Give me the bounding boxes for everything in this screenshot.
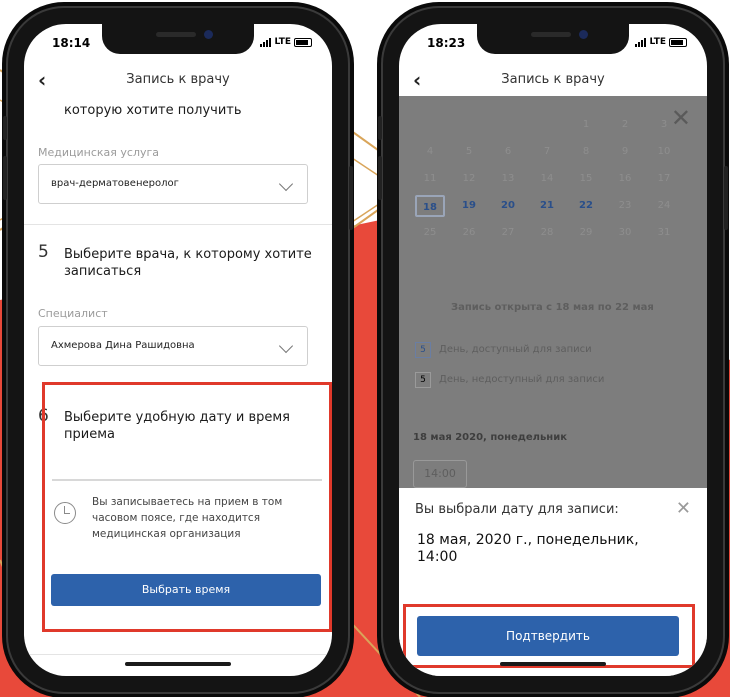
- calendar-day: 28: [540, 227, 554, 238]
- slide: 18:14 LTE ‹ Запись к врачу которую хотит…: [0, 0, 730, 697]
- page-title: Запись к врачу: [501, 72, 605, 87]
- chevron-down-icon: [278, 338, 294, 354]
- time-slot[interactable]: 14:00: [413, 460, 467, 488]
- network-label: LTE: [649, 37, 666, 47]
- home-indicator: [125, 662, 231, 666]
- open-notice: Запись открыта с 18 мая по 22 мая: [451, 302, 654, 313]
- calendar-day: 7: [543, 146, 551, 157]
- calendar-day[interactable]: 21: [532, 195, 562, 217]
- divider: [24, 654, 332, 655]
- step5-number: 5: [38, 242, 49, 262]
- calendar-day: 26: [462, 227, 476, 238]
- calendar-day: 9: [621, 146, 629, 157]
- left-phone: 18:14 LTE ‹ Запись к врачу которую хотит…: [3, 6, 353, 694]
- status-time: 18:23: [427, 36, 466, 50]
- status-time: 18:14: [52, 36, 91, 50]
- chevron-down-icon: [278, 176, 294, 192]
- calendar-day: 2: [621, 119, 629, 130]
- calendar-day: 8: [582, 146, 590, 157]
- specialist-select[interactable]: Ахмерова Дина Рашидовна: [38, 326, 308, 366]
- legend-available-swatch: 5: [415, 342, 431, 358]
- confirm-sheet: Вы выбрали дату для записи: ✕ 18 мая, 20…: [399, 488, 707, 676]
- calendar-day: 13: [501, 173, 515, 184]
- notch: [102, 24, 254, 54]
- day-heading: 18 мая 2020, понедельник: [413, 432, 568, 443]
- calendar-day[interactable]: 20: [493, 195, 523, 217]
- calendar-day: 4: [426, 146, 434, 157]
- calendar-day: 27: [501, 227, 515, 238]
- calendar-day: 23: [618, 200, 632, 211]
- signal-icon: [635, 37, 647, 47]
- specialist-label: Специалист: [38, 307, 108, 320]
- calendar-day: 10: [657, 146, 671, 157]
- left-screen: 18:14 LTE ‹ Запись к врачу которую хотит…: [24, 24, 332, 676]
- calendar-day: 25: [423, 227, 437, 238]
- battery-icon: [669, 37, 687, 47]
- calendar-day: 16: [618, 173, 632, 184]
- calendar-day: 12: [462, 173, 476, 184]
- calendar-day: 29: [579, 227, 593, 238]
- calendar-day: 30: [618, 227, 632, 238]
- selected-datetime: 18 мая, 2020 г., понедельник, 14:00: [417, 532, 639, 565]
- calendar-day: 14: [540, 173, 554, 184]
- divider: [24, 224, 332, 225]
- service-select-value: врач-дерматовенеролог: [51, 178, 179, 189]
- calendar-day[interactable]: 18: [415, 195, 445, 217]
- calendar-day: 6: [504, 146, 512, 157]
- calendar-day[interactable]: 19: [454, 195, 484, 217]
- right-screen: 18:23 LTE ‹ Запись к врачу ✕ 1 2 3 4 5 6 7 8 9 10…: [399, 24, 707, 676]
- calendar-day: 15: [579, 173, 593, 184]
- service-select[interactable]: врач-дерматовенеролог: [38, 164, 308, 204]
- page-title: Запись к врачу: [126, 72, 230, 87]
- legend-unavailable-swatch: 5: [415, 372, 431, 388]
- status-indicators: LTE: [260, 37, 312, 47]
- network-label: LTE: [274, 37, 291, 47]
- specialist-select-value: Ахмерова Дина Рашидовна: [51, 340, 195, 351]
- calendar-day: 5: [465, 146, 473, 157]
- calendar-day: 17: [657, 173, 671, 184]
- status-indicators: LTE: [635, 37, 687, 47]
- sheet-title: Вы выбрали дату для записи:: [415, 502, 619, 517]
- app-header: ‹ Запись к врачу: [24, 68, 332, 98]
- legend-available: День, доступный для записи: [439, 344, 592, 355]
- calendar-day: 31: [657, 227, 671, 238]
- calendar-day[interactable]: 22: [571, 195, 601, 217]
- right-phone: 18:23 LTE ‹ Запись к врачу ✕ 1 2 3 4 5 6 7 8 9 10…: [378, 6, 728, 694]
- legend-unavailable: День, недоступный для записи: [439, 374, 605, 385]
- calendar-day: 24: [657, 200, 671, 211]
- calendar-day: 1: [582, 119, 590, 130]
- home-indicator: [500, 662, 606, 666]
- app-header: ‹ Запись к врачу: [399, 68, 707, 98]
- step5-title: Выберите врача, к которому хотите записа…: [64, 247, 312, 279]
- calendar-day: 3: [660, 119, 668, 130]
- highlight-frame: [403, 604, 695, 668]
- calendar-day: 11: [423, 173, 437, 184]
- highlight-frame: [42, 382, 332, 632]
- service-label: Медицинская услуга: [38, 146, 160, 159]
- signal-icon: [260, 37, 272, 47]
- step4-title: которую хотите получить: [64, 103, 242, 118]
- battery-icon: [294, 37, 312, 47]
- notch: [477, 24, 629, 54]
- close-icon[interactable]: ✕: [676, 498, 691, 519]
